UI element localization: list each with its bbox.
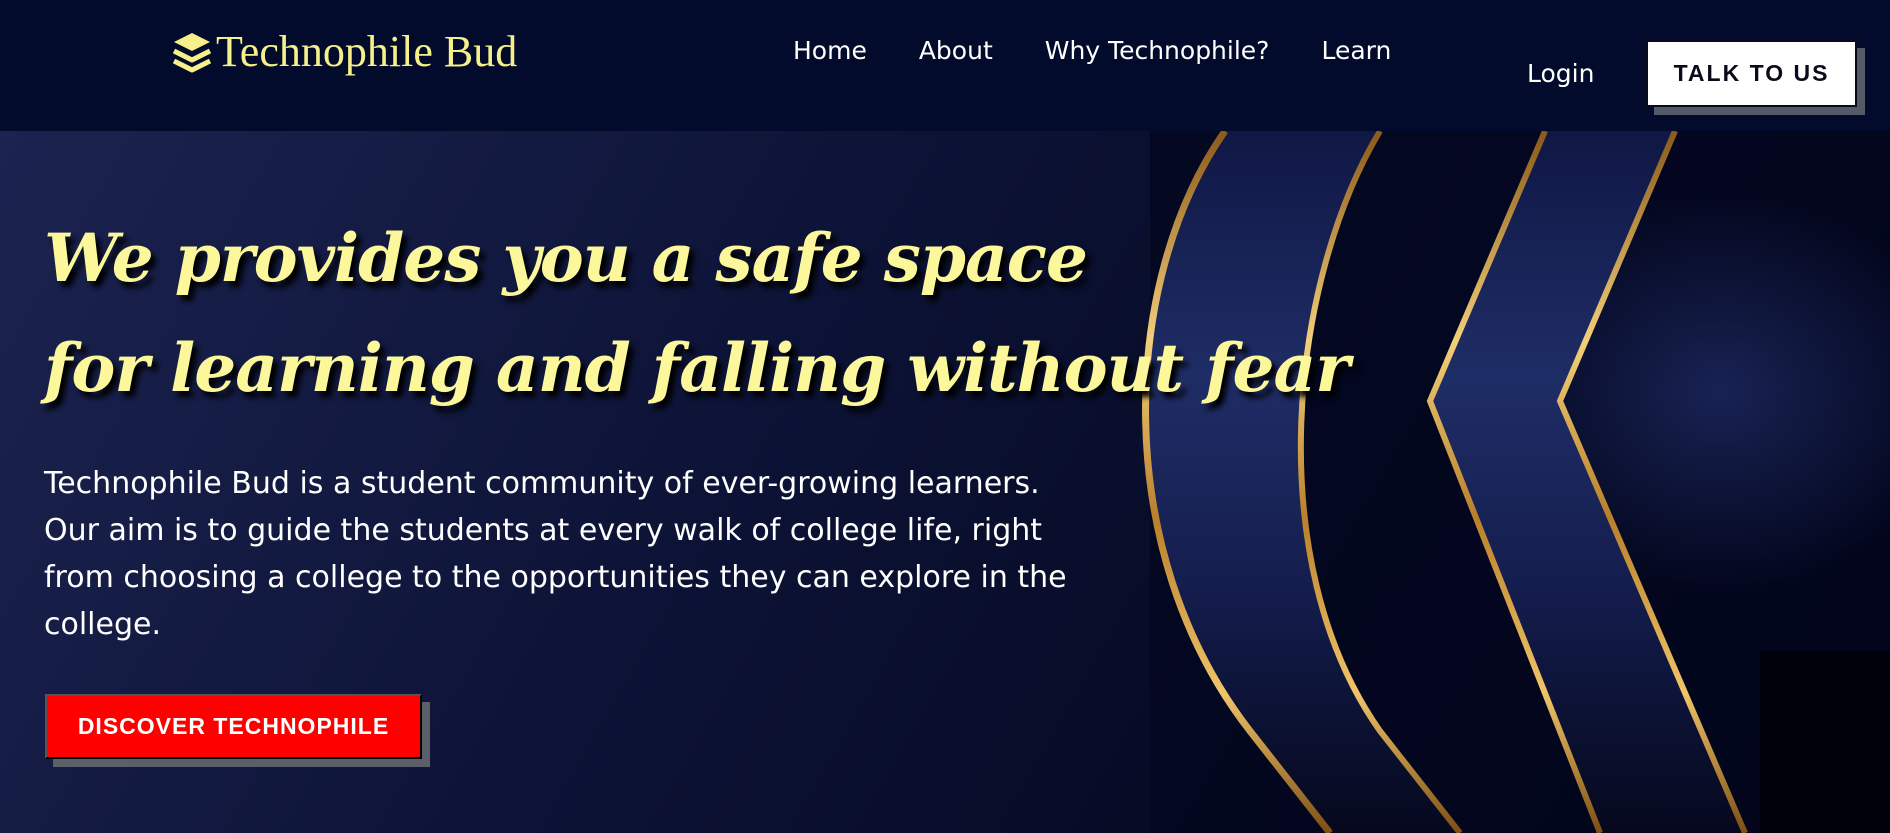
login-link[interactable]: Login [1527, 59, 1594, 88]
nav-link-about[interactable]: About [919, 36, 993, 65]
discover-technophile-button[interactable]: DISCOVER TECHNOPHILE [45, 694, 422, 759]
main-nav: Home About Why Technophile? Learn [793, 36, 1443, 65]
top-navbar: Technophile Bud Home About Why Technophi… [0, 0, 1890, 131]
hero-headline-line-2: for learning and falling without fear [44, 329, 1350, 407]
brand-name: Technophile Bud [216, 27, 518, 76]
nav-link-learn[interactable]: Learn [1321, 36, 1391, 65]
hero-headline-line-1: We provides you a safe space [44, 219, 1088, 297]
brand-logo[interactable]: Technophile Bud [172, 26, 517, 77]
hero-description: Technophile Bud is a student community o… [44, 466, 1067, 642]
hero-headline: We provides you a safe space for learnin… [44, 203, 1350, 423]
layers-icon [172, 32, 212, 72]
talk-to-us-button[interactable]: TALK TO US [1646, 40, 1857, 107]
nav-link-home[interactable]: Home [793, 36, 867, 65]
nav-link-why-technophile[interactable]: Why Technophile? [1045, 36, 1270, 65]
hero-section: We provides you a safe space for learnin… [0, 131, 1890, 833]
